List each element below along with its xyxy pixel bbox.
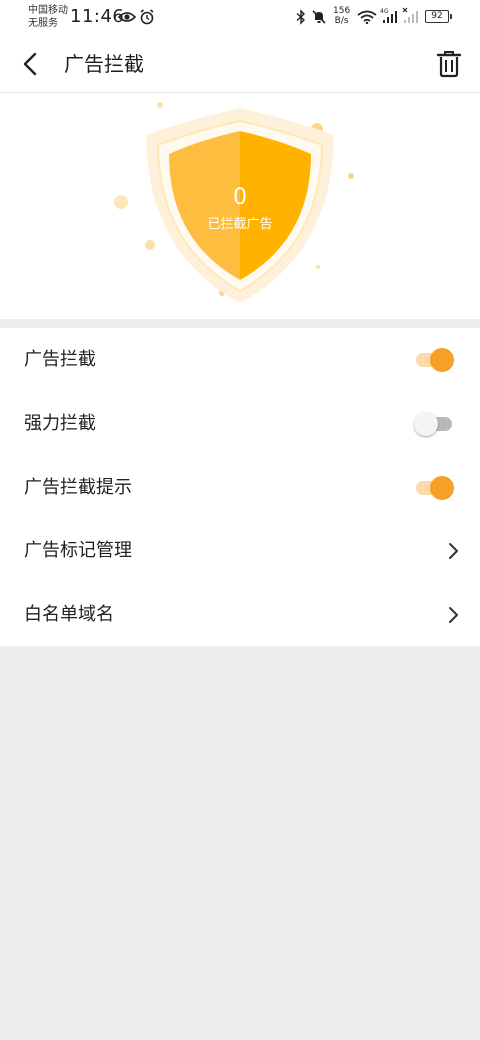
trash-icon[interactable] [436,50,462,78]
battery-icon: 92 [425,10,452,23]
mute-icon [312,10,326,24]
network-speed: 156 B/s [333,6,350,26]
network-type-label: 4G [380,8,389,15]
signal-icon [402,7,418,23]
network-speed-value: 156 [333,6,351,16]
alarm-icon [140,9,154,25]
ad-block-toggle[interactable] [414,348,454,372]
page-title: 广告拦截 [64,52,144,76]
setting-label: 广告拦截 [24,349,96,370]
blocked-count-label: 已拦截广告 [207,217,273,232]
bluetooth-icon [296,9,306,25]
status-time: 11:46 [70,6,125,27]
wifi-icon [357,10,377,24]
chevron-right-icon [449,543,458,559]
chevron-right-icon [449,607,458,623]
toggle-knob [430,476,454,500]
settings-list: 广告拦截 强力拦截 广告拦截提示 广告标记管理 白名单域名 [0,328,480,646]
network-speed-unit: B/s [334,16,349,26]
signal-icon: 4G [380,8,397,23]
carrier-name: 中国移动 [28,5,68,16]
setting-block-notice[interactable]: 广告拦截提示 [0,456,480,519]
setting-strong-block[interactable]: 强力拦截 [0,392,480,455]
setting-label: 广告标记管理 [24,540,132,561]
setting-label: 广告拦截提示 [24,477,132,498]
setting-label: 白名单域名 [24,604,114,625]
eye-icon [118,12,136,22]
toggle-knob [414,412,438,436]
setting-label: 强力拦截 [24,413,96,434]
setting-ad-mark-manage[interactable]: 广告标记管理 [0,519,480,582]
app-header: 广告拦截 [0,36,480,93]
carrier-info: 中国移动 无服务 [28,4,68,30]
toggle-knob [430,348,454,372]
strong-block-toggle[interactable] [414,412,454,436]
carrier-service: 无服务 [28,18,58,29]
blocked-count: 0 [233,185,247,210]
setting-ad-block[interactable]: 广告拦截 [0,328,480,391]
setting-whitelist-domains[interactable]: 白名单域名 [0,583,480,646]
block-notice-toggle[interactable] [414,476,454,500]
ad-block-summary: 0 已拦截广告 [0,93,480,319]
chevron-left-icon[interactable] [18,50,46,78]
status-bar: 中国移动 无服务 11:46 156 B/s 4G 92 [0,0,480,36]
